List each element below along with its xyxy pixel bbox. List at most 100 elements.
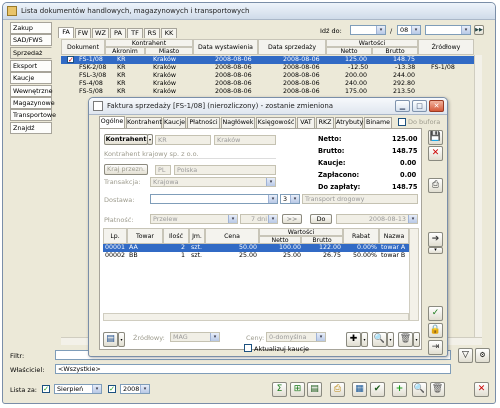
col-lp[interactable]: Lp.	[103, 228, 127, 244]
lista-year-checkbox[interactable]: ✓	[108, 385, 116, 393]
platnosc-forward-button[interactable]: >>	[282, 214, 302, 224]
export-excel-icon[interactable]: ⊞	[290, 382, 305, 397]
ceny-select[interactable]: 0-domyślna ▾	[266, 332, 326, 342]
dropdown-icon[interactable]: ▾	[266, 178, 275, 186]
tab-wz[interactable]: WZ	[92, 28, 109, 38]
lista-year-input[interactable]: 2008 ▾	[120, 384, 150, 394]
add-item-icon[interactable]: ✚	[346, 332, 361, 347]
spin-icon[interactable]: ▾	[376, 26, 385, 34]
col-akronim[interactable]: Akronim	[105, 47, 145, 55]
approve-icon[interactable]: ✔	[370, 382, 385, 397]
lista-month-select[interactable]: Sierpień ▾	[54, 384, 102, 394]
tab-tf[interactable]: TF	[127, 28, 143, 38]
col-towar[interactable]: Towar	[127, 228, 163, 244]
left-tab-magazynowe[interactable]: Magazynowe	[10, 97, 55, 109]
kraj-name-input[interactable]: Polska	[174, 165, 276, 175]
tab-kaucje[interactable]: Kaucje	[163, 117, 186, 128]
col-zrodlowy[interactable]: Źródłowy	[418, 39, 474, 55]
tab-rs[interactable]: RS	[144, 28, 160, 38]
dostawa-select[interactable]: ▾	[150, 194, 278, 204]
attach-icon[interactable]: ⇥	[428, 340, 443, 355]
kraj-code-input[interactable]: PL	[155, 165, 171, 175]
cancel-icon[interactable]: ✕	[428, 146, 443, 161]
left-tab-zakup[interactable]: Zakup	[10, 22, 52, 34]
search-item-dropdown-icon[interactable]: ▾	[387, 332, 394, 347]
document-type-icon[interactable]: ▤	[103, 332, 118, 347]
col-jm[interactable]: Jm.	[189, 228, 205, 244]
termin-input[interactable]: 2008-08-13 ▾	[336, 214, 418, 224]
kontrahent-dropdown-icon[interactable]: ▾	[147, 134, 153, 145]
col-data-sprzedazy[interactable]: Data sprzedaży	[258, 39, 326, 55]
tab-fw[interactable]: FW	[75, 28, 91, 38]
left-tab-transportowe[interactable]: Transportowe	[10, 109, 56, 121]
left-tab-wewnetrzne[interactable]: Wewnętrzne	[10, 85, 53, 97]
idz-do-month-input[interactable]: 08 ▾	[397, 25, 421, 35]
idz-do-day-input[interactable]: ▾	[350, 25, 386, 35]
col-nazwa[interactable]: Nazwa	[379, 228, 409, 244]
spin-icon[interactable]: ▾	[268, 215, 277, 223]
table-row[interactable]: FSK-2/08 KR Kraków 2008-08-06 2008-08-06…	[61, 64, 482, 72]
dropdown-icon[interactable]: ▾	[461, 26, 470, 34]
kraj-przezn-button[interactable]: Kraj przezn.	[104, 164, 148, 175]
dropdown-icon[interactable]: ▾	[316, 333, 325, 341]
lock-icon[interactable]: 🔒	[428, 323, 443, 338]
search-item-icon[interactable]: 🔍	[372, 332, 387, 347]
save-icon[interactable]: 💾	[428, 130, 443, 145]
col-wartosci[interactable]: Wartości	[259, 228, 343, 236]
delete-trash-icon[interactable]: 🗑	[430, 382, 445, 397]
tab-kontrahent[interactable]: Kontrahent	[126, 117, 162, 128]
tab-vat[interactable]: VAT	[297, 117, 315, 128]
platnosc-select[interactable]: Przelew ▾	[150, 214, 238, 224]
close-icon[interactable]: ✕	[474, 382, 489, 397]
item-row[interactable]: 00001 AA 2 szt. 50.00 100.00 122.00 0.00…	[103, 244, 409, 252]
left-tab-sad[interactable]: SAD/FWS	[10, 34, 52, 46]
spin-icon[interactable]: ▾	[411, 26, 420, 34]
forward-dropdown-icon[interactable]: ▾	[428, 247, 443, 254]
minimize-icon[interactable]: ▁	[395, 100, 410, 112]
table-row[interactable]: FS-4/08 KR Kraków 2008-08-06 2008-08-06 …	[61, 80, 482, 88]
zrodlowy-select[interactable]: MAG ▾	[170, 332, 220, 342]
transakcja-select[interactable]: Krajowa ▾	[150, 177, 276, 187]
delete-item-dropdown-icon[interactable]: ▾	[413, 332, 420, 347]
col-netto[interactable]: Netto	[259, 236, 301, 244]
kontrahent-button[interactable]: Kontrahent	[104, 134, 148, 145]
sum-icon[interactable]: Σ	[272, 382, 287, 397]
spin-icon[interactable]: ▾	[408, 215, 417, 223]
table-row[interactable]: FS-5/08 KR Kraków 2008-08-06 2008-08-06 …	[61, 88, 482, 96]
tab-atrybuty[interactable]: Atrybuty	[335, 117, 363, 128]
table-row[interactable]: ✓ FS-1/08 KR Kraków 2008-08-06 2008-08-0…	[61, 56, 482, 64]
delete-item-icon[interactable]: 🗑	[398, 332, 413, 347]
dropdown-icon[interactable]: ▾	[268, 195, 277, 203]
table-row[interactable]: FSL-3/08 KR Kraków 2008-08-06 2008-08-06…	[61, 72, 482, 80]
tab-fa[interactable]: FA	[58, 27, 74, 38]
lista-month-checkbox[interactable]: ✓	[42, 385, 50, 393]
add-item-dropdown-icon[interactable]: ▾	[361, 332, 368, 347]
filter-funnel-icon[interactable]: ▽	[458, 348, 473, 363]
col-ilosc[interactable]: Ilość	[163, 228, 189, 244]
items-vscrollbar[interactable]	[409, 228, 419, 321]
dropdown-icon[interactable]: ▾	[92, 385, 101, 393]
item-row[interactable]: 00002 BB 1 szt. 25.00 25.00 26.75 50.00%…	[103, 252, 409, 260]
row-checkbox[interactable]: ✓	[67, 56, 74, 64]
dostawa-value[interactable]: Transport drogowy	[302, 194, 418, 204]
left-tab-znajdz[interactable]: Znajdź	[10, 122, 52, 134]
dropdown-icon[interactable]: ▾	[290, 195, 299, 203]
maximize-icon[interactable]: □	[412, 100, 427, 112]
col-brutto[interactable]: Brutto	[301, 236, 343, 244]
dropdown-icon[interactable]: ▾	[210, 333, 219, 341]
col-rabat[interactable]: Rabat	[343, 228, 379, 244]
filter-settings-icon[interactable]: ⚙	[475, 348, 490, 363]
calendar-icon[interactable]: ▦	[352, 382, 367, 397]
tab-platnosci[interactable]: Płatności	[187, 117, 220, 128]
do-button[interactable]: Do	[310, 214, 332, 224]
main-scrollbar[interactable]	[474, 55, 482, 345]
close-window-icon[interactable]: ✕	[429, 100, 444, 112]
col-data-wystawienia[interactable]: Data wystawienia	[193, 39, 258, 55]
print-icon[interactable]: ⎙	[428, 178, 443, 193]
left-tab-eksport[interactable]: Eksport	[10, 60, 52, 72]
tab-ogolne[interactable]: Ogólne	[99, 116, 125, 128]
check-approve-icon[interactable]: ✓	[428, 306, 443, 321]
wlasciciel-select[interactable]: <Wszystkie>	[55, 364, 451, 374]
left-tab-kaucje[interactable]: Kaucje	[10, 72, 52, 84]
forward-icon[interactable]: ➔	[428, 232, 443, 247]
